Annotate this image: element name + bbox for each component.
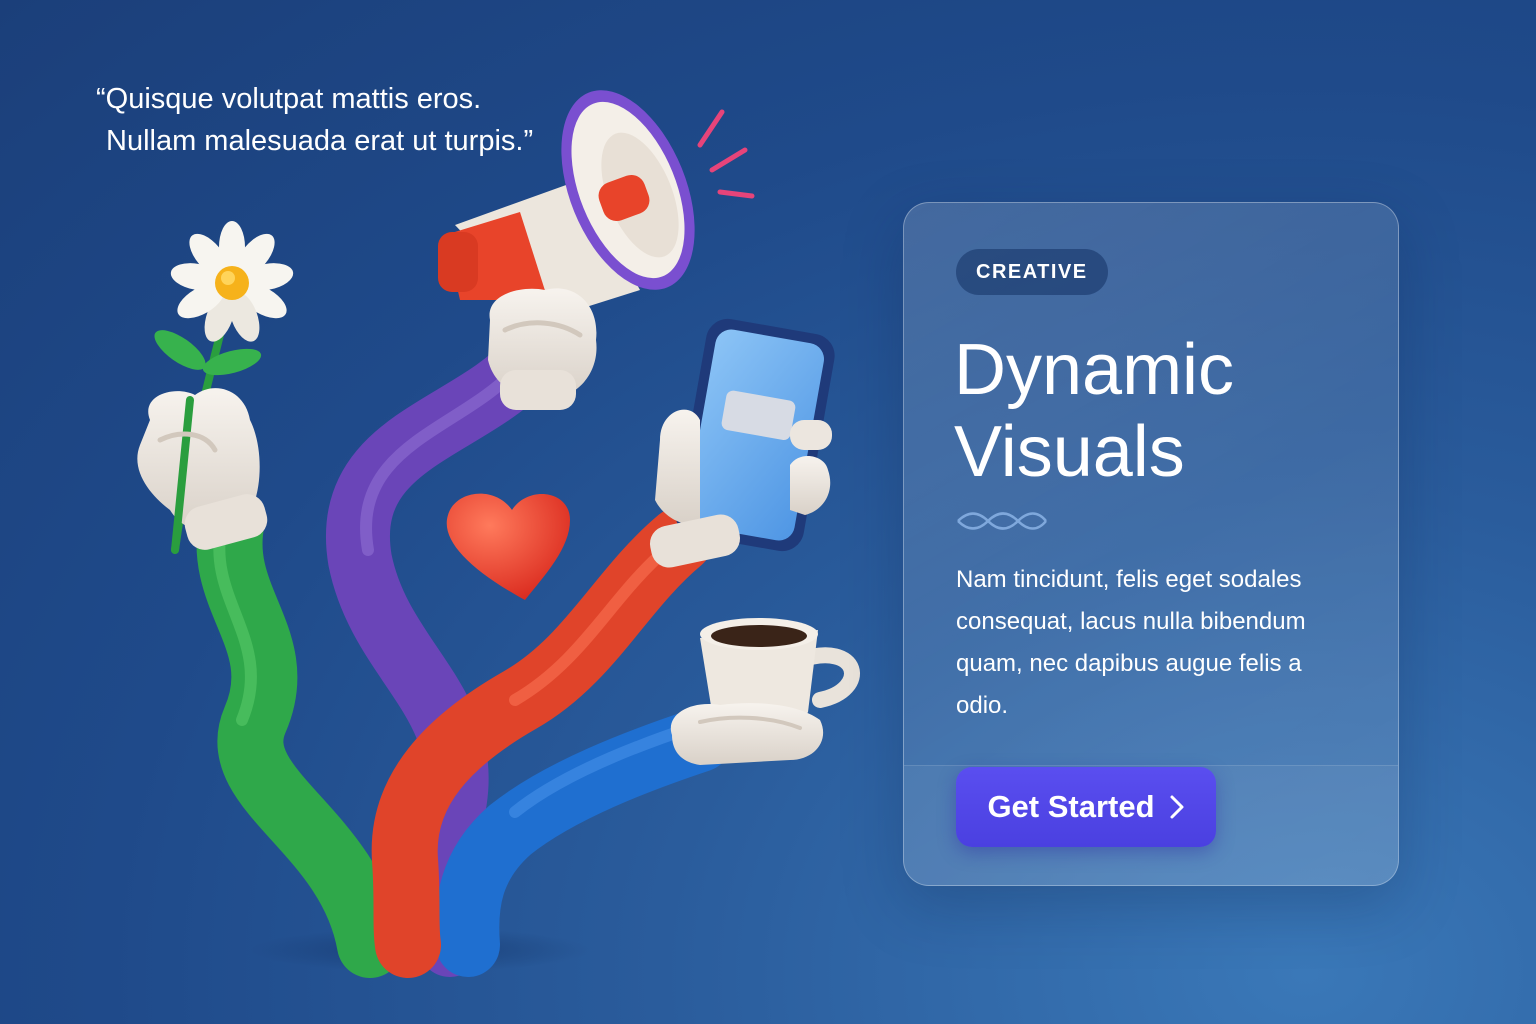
hero-illustration — [137, 90, 860, 978]
category-badge: CREATIVE — [956, 249, 1108, 295]
glove-hand-flower — [137, 388, 268, 550]
feature-card: CREATIVE Dynamic Visuals Nam tincidunt, … — [903, 202, 1399, 886]
card-title-line-2: Visuals — [954, 412, 1185, 492]
get-started-button[interactable]: Get Started — [956, 767, 1216, 847]
card-title-line-1: Dynamic — [954, 330, 1235, 410]
heart-icon — [446, 493, 570, 600]
glove-hand-cup — [670, 703, 824, 765]
glove-hand-megaphone — [488, 288, 597, 410]
card-description: Nam tincidunt, felis eget sodales conseq… — [956, 566, 1306, 719]
squiggle-divider-icon — [957, 512, 1047, 530]
megaphone-icon — [438, 90, 755, 320]
get-started-label: Get Started — [987, 789, 1155, 824]
card-title: Dynamic Visuals — [954, 329, 1234, 493]
chevron-right-icon — [1169, 794, 1185, 820]
blue-arm — [435, 708, 732, 977]
